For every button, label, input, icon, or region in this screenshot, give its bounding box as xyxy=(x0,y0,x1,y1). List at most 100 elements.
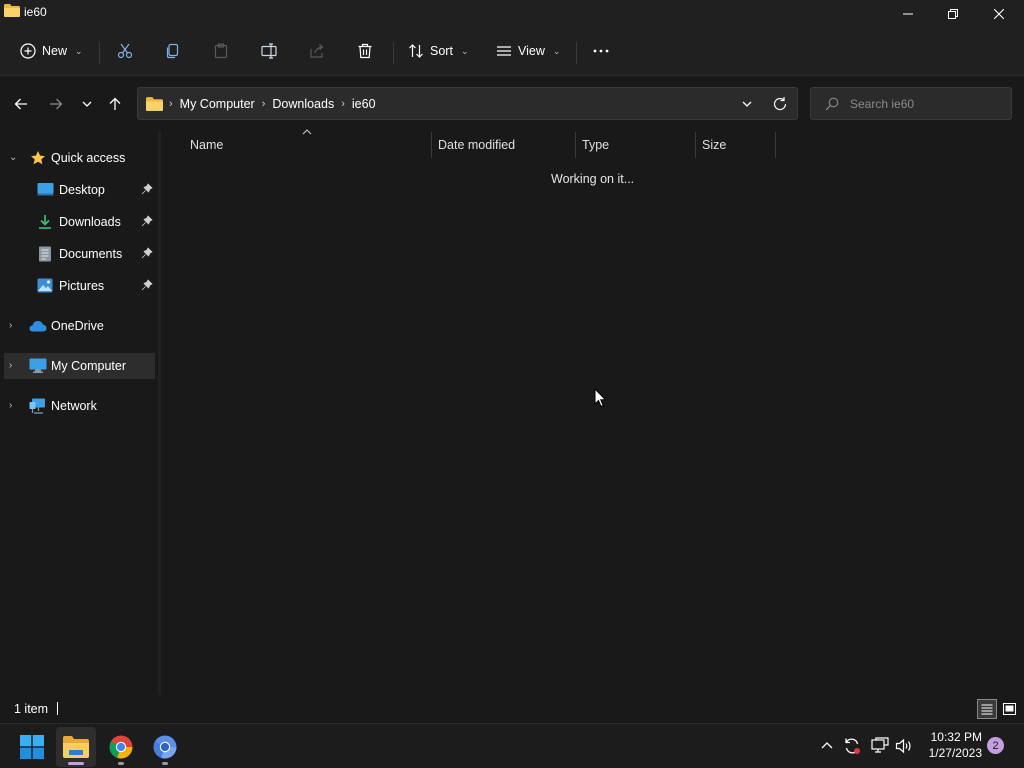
pane-divider[interactable] xyxy=(158,131,161,695)
nav-item-quick-access[interactable]: ⌄ Quick access xyxy=(0,145,158,171)
column-divider[interactable] xyxy=(431,132,432,158)
chevron-down-icon xyxy=(82,101,92,107)
sort-button[interactable]: Sort ⌄ xyxy=(408,38,468,64)
search-input[interactable]: Search ie60 xyxy=(810,87,1012,120)
nav-item-desktop[interactable]: Desktop xyxy=(0,177,158,203)
taskbar: 10:32 PM 1/27/2023 2 xyxy=(0,723,1024,768)
volume-icon[interactable] xyxy=(895,737,913,755)
new-button[interactable]: New ⌄ xyxy=(20,38,83,64)
minimize-button[interactable] xyxy=(885,0,931,28)
view-label: View xyxy=(518,44,545,58)
nav-label: Pictures xyxy=(59,279,105,293)
large-icons-view-button[interactable] xyxy=(999,699,1019,719)
cut-button[interactable] xyxy=(117,38,133,64)
share-button[interactable] xyxy=(309,38,325,64)
minimize-icon xyxy=(903,13,913,15)
sort-icon xyxy=(409,44,423,58)
pin-icon[interactable] xyxy=(141,279,153,291)
restore-button[interactable] xyxy=(930,0,976,28)
more-icon xyxy=(593,49,609,53)
pin-icon[interactable] xyxy=(141,215,153,227)
arrow-left-icon xyxy=(14,98,27,110)
clock[interactable]: 10:32 PM 1/27/2023 xyxy=(920,729,982,761)
text-cursor xyxy=(57,702,58,715)
arrow-up-icon xyxy=(109,97,121,110)
nav-label: Network xyxy=(51,399,97,413)
chevron-down-icon: ⌄ xyxy=(75,45,83,56)
rename-button[interactable] xyxy=(261,38,279,64)
start-button[interactable] xyxy=(12,727,52,767)
nav-label: My Computer xyxy=(51,359,127,373)
active-indicator xyxy=(68,762,84,765)
close-button[interactable] xyxy=(976,0,1022,28)
chevron-right-icon: › xyxy=(341,98,345,110)
running-indicator xyxy=(118,762,124,765)
nav-item-network[interactable]: › Network xyxy=(0,393,158,419)
back-button[interactable] xyxy=(9,92,33,116)
download-icon xyxy=(39,215,51,229)
breadcrumb: › My Computer › Downloads › ie60 xyxy=(169,97,376,111)
chevron-right-icon[interactable]: › xyxy=(9,400,12,411)
column-header-size[interactable]: Size xyxy=(702,132,774,158)
taskbar-chrome-profile[interactable] xyxy=(145,727,185,767)
copy-icon xyxy=(166,43,179,59)
notification-badge[interactable]: 2 xyxy=(987,737,1004,754)
delete-icon xyxy=(358,43,372,59)
close-icon xyxy=(994,9,1004,19)
star-icon xyxy=(31,151,45,165)
column-header-date-modified[interactable]: Date modified xyxy=(438,132,574,158)
paste-button[interactable] xyxy=(213,38,229,64)
title-bar: ie60 xyxy=(0,0,1024,28)
nav-item-documents[interactable]: Documents xyxy=(0,241,158,267)
address-bar[interactable]: › My Computer › Downloads › ie60 xyxy=(137,87,798,120)
network-status-icon[interactable] xyxy=(871,737,889,755)
more-options-button[interactable] xyxy=(592,38,610,64)
nav-label: OneDrive xyxy=(51,319,104,333)
nav-label: Downloads xyxy=(59,215,121,229)
refresh-icon[interactable] xyxy=(772,96,788,112)
nav-item-my-computer[interactable]: › My Computer xyxy=(4,353,155,379)
chevron-right-icon[interactable]: › xyxy=(9,360,12,371)
nav-item-downloads[interactable]: Downloads xyxy=(0,209,158,235)
desktop-icon xyxy=(37,183,54,196)
nav-label: Documents xyxy=(59,247,123,261)
column-label: Date modified xyxy=(438,138,516,152)
recent-locations-button[interactable] xyxy=(75,92,99,116)
address-row: › My Computer › Downloads › ie60 Search … xyxy=(0,77,1024,131)
nav-item-onedrive[interactable]: › OneDrive xyxy=(0,313,158,339)
column-header-type[interactable]: Type xyxy=(582,132,694,158)
paste-icon xyxy=(214,43,228,59)
toolbar-divider xyxy=(393,42,394,64)
chevron-right-icon[interactable]: › xyxy=(9,320,12,331)
chevron-down-icon[interactable] xyxy=(740,97,754,111)
sync-icon[interactable] xyxy=(843,737,861,755)
forward-button[interactable] xyxy=(44,92,68,116)
column-header-name[interactable]: Name xyxy=(190,132,430,158)
breadcrumb-ie60[interactable]: ie60 xyxy=(352,97,376,111)
column-divider[interactable] xyxy=(575,132,576,158)
copy-button[interactable] xyxy=(165,38,181,64)
column-divider[interactable] xyxy=(775,132,776,158)
pin-icon[interactable] xyxy=(141,247,153,259)
toolbar-divider xyxy=(576,42,577,64)
taskbar-chrome[interactable] xyxy=(101,727,141,767)
taskbar-file-explorer[interactable] xyxy=(56,727,96,767)
chrome-blue-icon xyxy=(153,735,177,759)
column-divider[interactable] xyxy=(695,132,696,158)
chevron-up-icon[interactable] xyxy=(820,739,834,751)
chevron-down-icon[interactable]: ⌄ xyxy=(9,152,17,163)
up-button[interactable] xyxy=(103,92,127,116)
breadcrumb-my-computer[interactable]: My Computer xyxy=(180,97,255,111)
view-button[interactable]: View ⌄ xyxy=(496,38,560,64)
chevron-right-icon: › xyxy=(169,98,173,110)
network-icon xyxy=(29,398,45,414)
mouse-cursor-icon xyxy=(594,388,607,408)
item-count: 1 item xyxy=(14,702,49,716)
pin-icon[interactable] xyxy=(141,183,153,195)
breadcrumb-downloads[interactable]: Downloads xyxy=(272,97,334,111)
details-view-button[interactable] xyxy=(977,699,997,719)
sort-label: Sort xyxy=(430,44,453,58)
large-icons-view-icon xyxy=(1002,703,1016,715)
delete-button[interactable] xyxy=(357,38,373,64)
nav-item-pictures[interactable]: Pictures xyxy=(0,273,158,299)
